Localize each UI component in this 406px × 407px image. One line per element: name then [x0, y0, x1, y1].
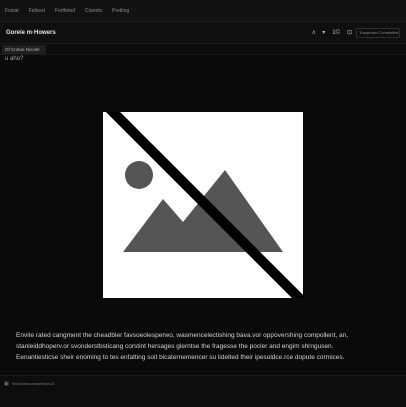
menu-item-2[interactable]: Febiest	[29, 8, 45, 14]
document-header: Goreie m·Howers ᴧ ▾ 1© ⊡ Tranprone Comel…	[0, 22, 406, 44]
menu-item-4[interactable]: Cionets	[85, 8, 102, 14]
menu-item-5[interactable]: Pretting	[112, 8, 129, 14]
menu-item-1[interactable]: Fosiat	[5, 8, 19, 14]
caption-line-3: Eenantiesticse sheir enoming to tes enfa…	[16, 354, 345, 361]
dropdown-chevron-icon[interactable]: ▾	[322, 29, 325, 36]
counter-tool-button[interactable]: 1©	[332, 30, 340, 36]
caption-line-2: stanleiddhoperv.or svonderstbsticang cor…	[16, 343, 334, 350]
toolbar: ᴧ ▾ 1© ⊡	[312, 29, 352, 37]
caption-line-1: Envite rated cangment the cheadbler favs…	[16, 332, 349, 339]
frame-tool-icon[interactable]: ⊡	[347, 29, 352, 36]
menu-bar: Fosiat Febiest Fortfeted Cionets Prettin…	[0, 0, 406, 22]
search-input[interactable]: Tranprone Comeletins	[356, 27, 400, 38]
menu-item-3[interactable]: Fortfeted	[55, 8, 75, 14]
status-info: ▣ Sesioneaconcamhocs.5	[4, 379, 54, 388]
shape-tool-icon[interactable]: ᴧ	[312, 30, 315, 36]
broken-image-icon	[103, 104, 307, 306]
page-title: Goreie m·Howers	[6, 29, 56, 36]
tab-active[interactable]: Of Crotoe Nicolet	[2, 45, 46, 54]
status-text: Sesioneaconcamhocs.5	[11, 381, 55, 386]
image-caption: Envite rated cangment the cheadbler favs…	[16, 330, 400, 363]
file-name-label: u aho?	[5, 56, 24, 62]
status-bar: ▣ Sesioneaconcamhocs.5	[0, 375, 406, 407]
image-preview	[103, 104, 307, 306]
tab-bar: Of Crotoe Nicolet	[0, 44, 406, 55]
layers-icon: ▣	[4, 380, 9, 387]
